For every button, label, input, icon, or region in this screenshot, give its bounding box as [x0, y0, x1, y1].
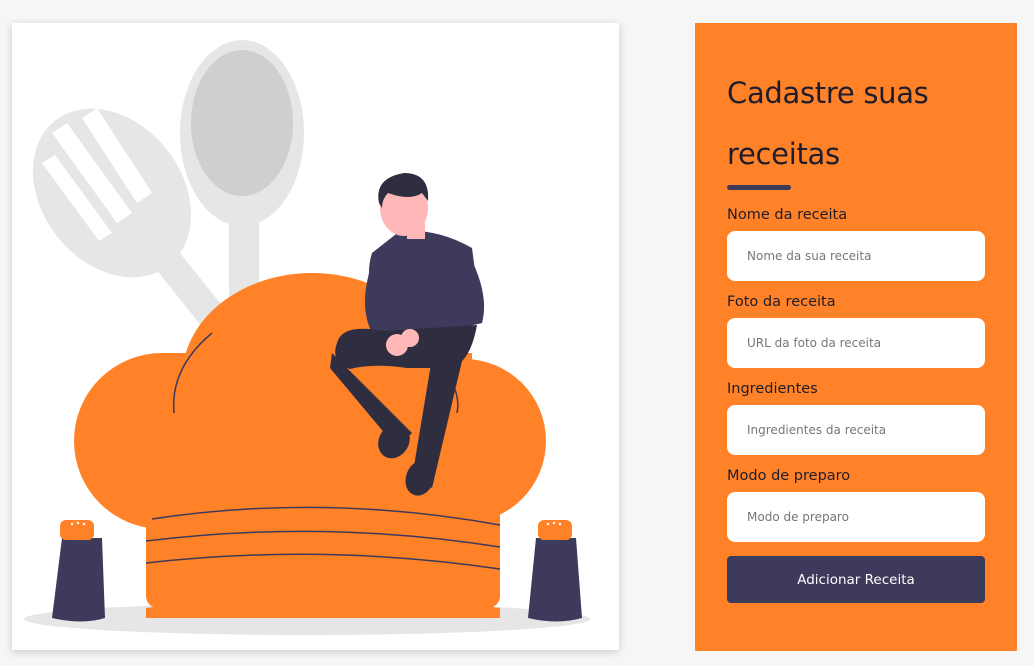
salt-shaker-right-icon — [528, 520, 582, 622]
chef-hat-illustration — [24, 40, 590, 635]
form-title: Cadastre suas receitas — [727, 76, 929, 171]
recipe-name-label: Nome da receita — [727, 207, 848, 223]
title-underline — [727, 185, 791, 190]
ingredients-input[interactable] — [727, 405, 985, 455]
preparation-input[interactable] — [727, 492, 985, 542]
illustration-card — [12, 23, 619, 650]
add-recipe-button[interactable]: Adicionar Receita — [727, 556, 985, 603]
recipe-form-panel: Cadastre suas receitas Nome da receita F… — [695, 23, 1017, 651]
chef-hat — [74, 273, 546, 618]
recipe-photo-label: Foto da receita — [727, 294, 836, 310]
salt-shaker-left-icon — [52, 520, 105, 622]
recipe-photo-input[interactable] — [727, 318, 985, 368]
recipe-name-input[interactable] — [727, 231, 985, 281]
ingredients-label: Ingredientes — [727, 381, 818, 397]
preparation-label: Modo de preparo — [727, 468, 851, 484]
